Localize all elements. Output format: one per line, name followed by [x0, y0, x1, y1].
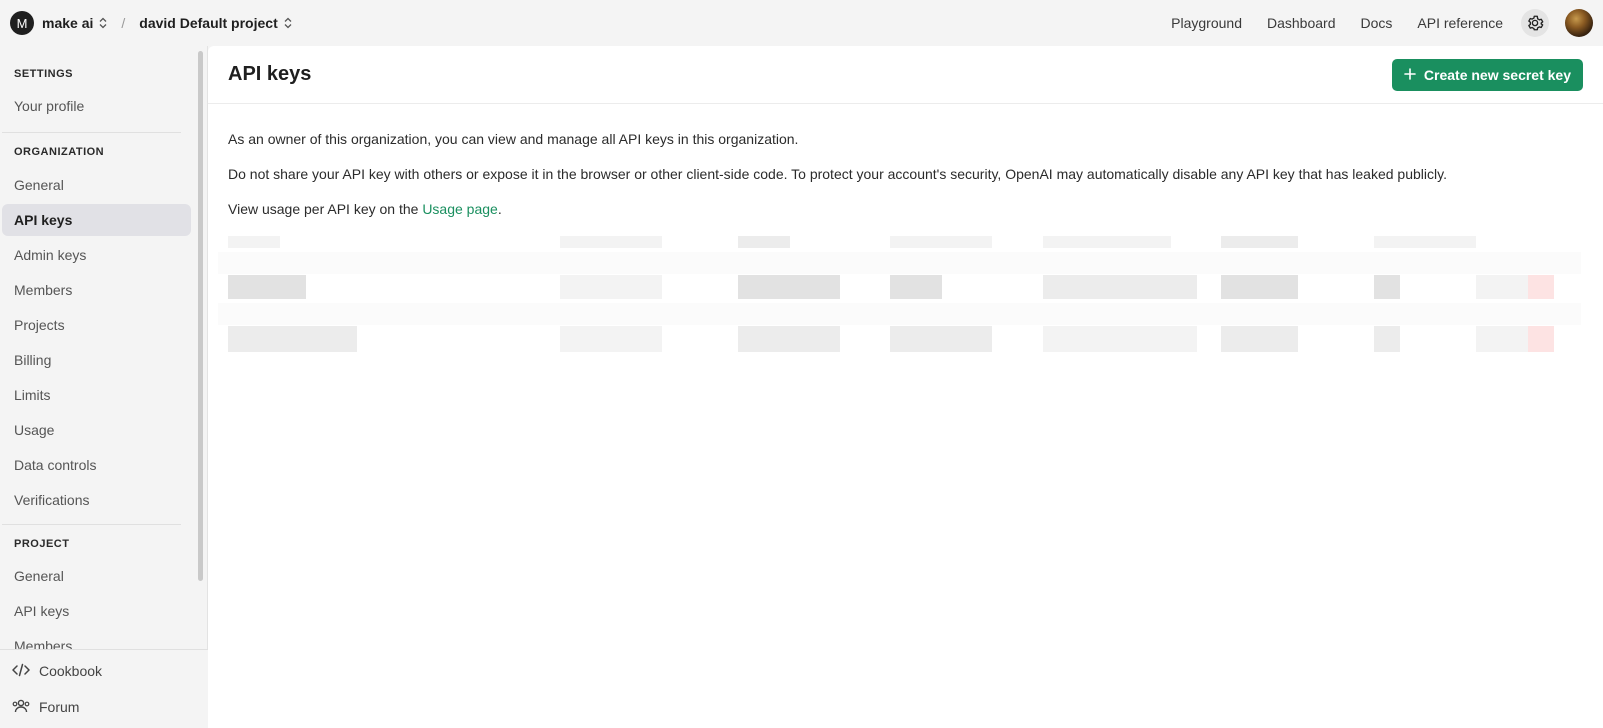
org-name: make ai [42, 15, 94, 31]
sidebar-item-usage[interactable]: Usage [2, 414, 191, 446]
api-keys-table-skeleton [218, 236, 1591, 356]
skeleton-cell [1221, 275, 1298, 299]
skeleton-header-cell [1374, 236, 1476, 248]
sidebar-item-project-api-keys[interactable]: API keys [2, 595, 191, 627]
forum-label: Forum [39, 699, 80, 715]
breadcrumb-separator: / [121, 15, 126, 31]
project-switcher[interactable]: david Default project [139, 15, 292, 31]
usage-info-suffix: . [497, 201, 502, 217]
skeleton-cell [1374, 326, 1400, 352]
skeleton-header-cell [560, 236, 662, 248]
plus-icon [1404, 67, 1416, 83]
create-secret-key-button[interactable]: Create new secret key [1391, 58, 1583, 91]
security-warning-text: Do not share your API key with others or… [228, 166, 1447, 182]
sidebar-item-limits[interactable]: Limits [2, 379, 191, 411]
sidebar-footer: Cookbook Forum [0, 649, 208, 728]
skeleton-header-cell [890, 236, 992, 248]
sidebar-item-org-general[interactable]: General [2, 169, 191, 201]
main-content: As an owner of this organization, you ca… [208, 104, 1603, 382]
main-panel: API keys Create new secret key As an own… [208, 46, 1603, 728]
cookbook-label: Cookbook [39, 663, 103, 679]
skeleton-cell [1043, 326, 1197, 352]
settings-heading: SETTINGS [14, 68, 74, 80]
sidebar-item-members[interactable]: Members [2, 274, 191, 306]
skeleton-cell [1528, 275, 1554, 299]
skeleton-cell [560, 326, 662, 352]
usage-page-link[interactable]: Usage page [422, 201, 498, 217]
sidebar-item-project-general[interactable]: General [2, 560, 191, 592]
create-secret-key-label: Create new secret key [1423, 66, 1571, 83]
skeleton-cell [738, 275, 840, 299]
chevron-updown-icon [284, 17, 292, 29]
cookbook-link[interactable]: Cookbook [0, 653, 208, 689]
skeleton-cell [228, 275, 306, 299]
sidebar: SETTINGS Your profile ORGANIZATION Gener… [0, 46, 208, 728]
skeleton-row-bg [218, 252, 1581, 274]
usage-info-text: View usage per API key on the Usage page… [228, 200, 1583, 219]
skeleton-cell [1528, 326, 1554, 352]
skeleton-cell [1043, 275, 1197, 299]
sidebar-item-admin-keys[interactable]: Admin keys [2, 239, 191, 271]
skeleton-cell [1476, 275, 1528, 299]
org-avatar[interactable]: M [10, 11, 34, 35]
sidebar-item-your-profile[interactable]: Your profile [2, 90, 191, 122]
nav-docs[interactable]: Docs [1360, 15, 1392, 31]
sidebar-item-org-api-keys[interactable]: API keys [2, 204, 191, 236]
skeleton-header-cell [228, 236, 280, 248]
user-avatar[interactable] [1565, 9, 1593, 37]
skeleton-header-cell [738, 236, 790, 248]
skeleton-cell [1374, 275, 1400, 299]
skeleton-cell [1476, 326, 1528, 352]
sidebar-item-projects[interactable]: Projects [2, 309, 191, 341]
forum-link[interactable]: Forum [0, 689, 208, 725]
sidebar-scrollbar[interactable] [198, 51, 203, 581]
sidebar-item-verifications[interactable]: Verifications [2, 484, 191, 516]
top-bar: M make ai / david Default project Playgr… [0, 0, 1603, 46]
sidebar-item-billing[interactable]: Billing [2, 344, 191, 376]
nav-api-reference[interactable]: API reference [1417, 15, 1503, 31]
main-header: API keys Create new secret key [208, 46, 1603, 104]
project-name: david Default project [139, 15, 278, 31]
nav-dashboard[interactable]: Dashboard [1267, 15, 1336, 31]
project-heading: PROJECT [14, 538, 70, 550]
code-icon [12, 663, 30, 680]
skeleton-cell [890, 275, 942, 299]
nav-playground[interactable]: Playground [1171, 15, 1242, 31]
org-switcher[interactable]: make ai [42, 15, 107, 31]
settings-gear-icon[interactable] [1521, 9, 1549, 37]
skeleton-row-bg [218, 303, 1581, 325]
skeleton-cell [228, 326, 357, 352]
skeleton-cell [560, 275, 662, 299]
usage-info-prefix: View usage per API key on the [228, 201, 423, 217]
sidebar-item-data-controls[interactable]: Data controls [2, 449, 191, 481]
sidebar-item-project-members[interactable]: Members [2, 630, 191, 650]
skeleton-header-cell [1221, 236, 1298, 248]
owner-info-text: As an owner of this organization, you ca… [228, 131, 799, 147]
sidebar-scroll-area: SETTINGS Your profile ORGANIZATION Gener… [0, 46, 193, 650]
skeleton-cell [738, 326, 840, 352]
organization-heading: ORGANIZATION [14, 146, 105, 158]
chevron-updown-icon [99, 17, 107, 29]
skeleton-cell [890, 326, 992, 352]
skeleton-header-cell [1043, 236, 1171, 248]
people-icon [12, 699, 30, 716]
page-title: API keys [228, 63, 312, 85]
skeleton-cell [1221, 326, 1298, 352]
top-nav: Playground Dashboard Docs API reference [1146, 9, 1593, 37]
